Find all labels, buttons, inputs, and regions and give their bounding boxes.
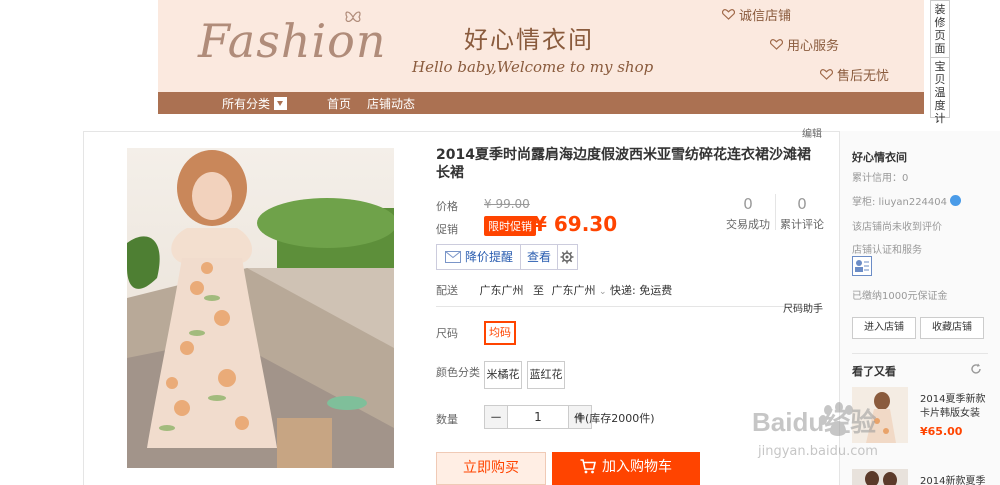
size-label: 尺码 [436, 327, 458, 340]
stock-text: 件(库存2000件) [574, 412, 655, 425]
recommended-thumb-graphic [852, 469, 908, 485]
view-button[interactable]: 查看 [527, 245, 551, 269]
service-label: 售后无忧 [837, 69, 890, 84]
edit-link[interactable]: 编辑 [802, 125, 822, 140]
shop-name: 好心情衣间 [464, 26, 594, 54]
favorite-shop-button[interactable]: 收藏店铺 [920, 317, 984, 339]
service-integrity: 诚信店铺 [722, 5, 791, 24]
shipping-to[interactable]: 广东广州 [552, 284, 596, 297]
add-to-cart-button[interactable]: 加入购物车 [552, 452, 700, 485]
shipping-to-word: 至 [533, 284, 544, 297]
nav-shop-news[interactable]: 店铺动态 [367, 95, 415, 112]
shipping-label: 配送 [436, 284, 458, 297]
buy-now-button[interactable]: 立即购买 [436, 452, 546, 485]
gear-icon[interactable] [560, 250, 574, 264]
divider [852, 353, 988, 354]
seller-owner-text[interactable]: 掌柜: liuyan224404 [852, 197, 947, 208]
chevron-down-icon[interactable]: ⌄ [599, 287, 607, 297]
action-divider [520, 245, 521, 269]
nav-all-categories[interactable]: 所有分类 [222, 95, 288, 112]
page-root: Fashion 好心情衣间 Hello baby,Welcome to my s… [0, 0, 1000, 485]
mail-icon [445, 251, 461, 263]
size-option-one-size[interactable]: 均码 [484, 321, 516, 345]
heart-icon [722, 9, 735, 20]
stat-divider [775, 194, 776, 230]
also-viewed-heading: 看了又看 [852, 365, 896, 378]
price-alert-button[interactable]: 降价提醒 [465, 245, 513, 269]
recommended-price: ¥65.00 [920, 425, 963, 438]
watermark-brand: Baidu经验 [752, 407, 877, 437]
quantity-label: 数量 [436, 413, 458, 426]
product-title: 2014夏季时尚露肩海边度假波西米亚雪纺碎花连衣裙沙滩裙长裙 [436, 147, 811, 181]
heart-icon [820, 69, 833, 80]
watermark-url: jingyan.baidu.com [758, 444, 878, 459]
stat-deals-number: 0 [743, 195, 753, 213]
quantity-minus-button[interactable]: − [484, 405, 508, 429]
enter-shop-button[interactable]: 进入店铺 [852, 317, 916, 339]
dropdown-arrow-icon [274, 97, 288, 110]
price-area: 价格 ¥ 99.00 促销 限时促销 ¥ 69.30 0 交易成功 0 累计评论… [436, 192, 826, 312]
recommended-title[interactable]: 2014新款夏季 [920, 475, 990, 485]
promo-badge: 限时促销 [484, 216, 536, 236]
action-bar: 降价提醒 查看 [436, 244, 578, 270]
stat-deals: 0 交易成功 [723, 195, 773, 232]
divider [436, 306, 820, 307]
seller-shop-name[interactable]: 好心情衣间 [852, 149, 907, 165]
product-photo-graphic [127, 148, 394, 468]
nav-home[interactable]: 首页 [327, 95, 351, 112]
service-aftersale: 售后无忧 [820, 65, 889, 84]
shipping-from: 广东广州 [479, 284, 524, 297]
seller-cert-label: 店铺认证和服务 [852, 245, 922, 256]
original-price: ¥ 99.00 [484, 197, 530, 211]
nav-all-categories-label: 所有分类 [222, 97, 271, 111]
stat-reviews-label: 累计评论 [780, 218, 824, 231]
stat-deals-label: 交易成功 [726, 218, 770, 231]
seller-credit: 累计信用：0 [852, 173, 909, 184]
promo-label: 促销 [436, 223, 458, 236]
seller-no-reviews: 该店铺尚未收到评价 [852, 222, 942, 233]
baidu-watermark: Baidu经验 jingyan.baidu.com [752, 398, 912, 468]
quantity-input[interactable]: 1 [508, 405, 568, 429]
product-photo[interactable] [127, 148, 394, 468]
item-thermometer-link[interactable]: 宝贝温度计 [931, 57, 949, 127]
cart-icon [580, 459, 597, 474]
action-divider [557, 245, 558, 269]
stat-reviews[interactable]: 0 累计评论 [777, 195, 827, 232]
welcome-text: Hello baby,Welcome to my shop [412, 58, 654, 76]
shipping-method: 快递: 免运费 [610, 284, 673, 297]
refresh-icon[interactable] [970, 363, 982, 375]
sale-price: ¥ 69.30 [533, 212, 618, 236]
recommended-thumb[interactable] [852, 469, 908, 485]
heart-icon [770, 39, 783, 50]
add-to-cart-label: 加入购物车 [602, 459, 672, 475]
chat-bubble-icon[interactable] [950, 195, 962, 206]
price-label: 价格 [436, 200, 458, 213]
stat-reviews-number: 0 [797, 195, 807, 213]
service-label: 诚信店铺 [739, 9, 792, 24]
vertical-tools: 装修页面 宝贝温度计 [930, 0, 950, 125]
shipping-row: 配送 广东广州 至 广东广州 ⌄ 快递: 免运费 [436, 282, 672, 298]
certification-icon[interactable] [852, 256, 872, 276]
color-label: 颜色分类 [436, 366, 480, 379]
service-care: 用心服务 [770, 35, 839, 54]
size-helper-link[interactable]: 尺码助手 [783, 300, 823, 315]
service-label: 用心服务 [787, 39, 840, 54]
color-option-orange-floral[interactable]: 米橘花 [484, 361, 522, 389]
seller-owner: 掌柜: liuyan224404 [852, 193, 962, 208]
recommended-title[interactable]: 2014夏季新款卡片韩版女装 [920, 393, 990, 421]
decorate-page-link[interactable]: 装修页面 [931, 1, 949, 57]
shop-navbar: 所有分类 首页 店铺动态 [158, 92, 924, 114]
shop-banner: Fashion 好心情衣间 Hello baby,Welcome to my s… [158, 0, 924, 92]
color-option-blue-red-floral[interactable]: 蓝红花 [527, 361, 565, 389]
seller-deposit: 已缴纳1000元保证金 [852, 291, 948, 302]
butterfly-icon [345, 11, 361, 22]
